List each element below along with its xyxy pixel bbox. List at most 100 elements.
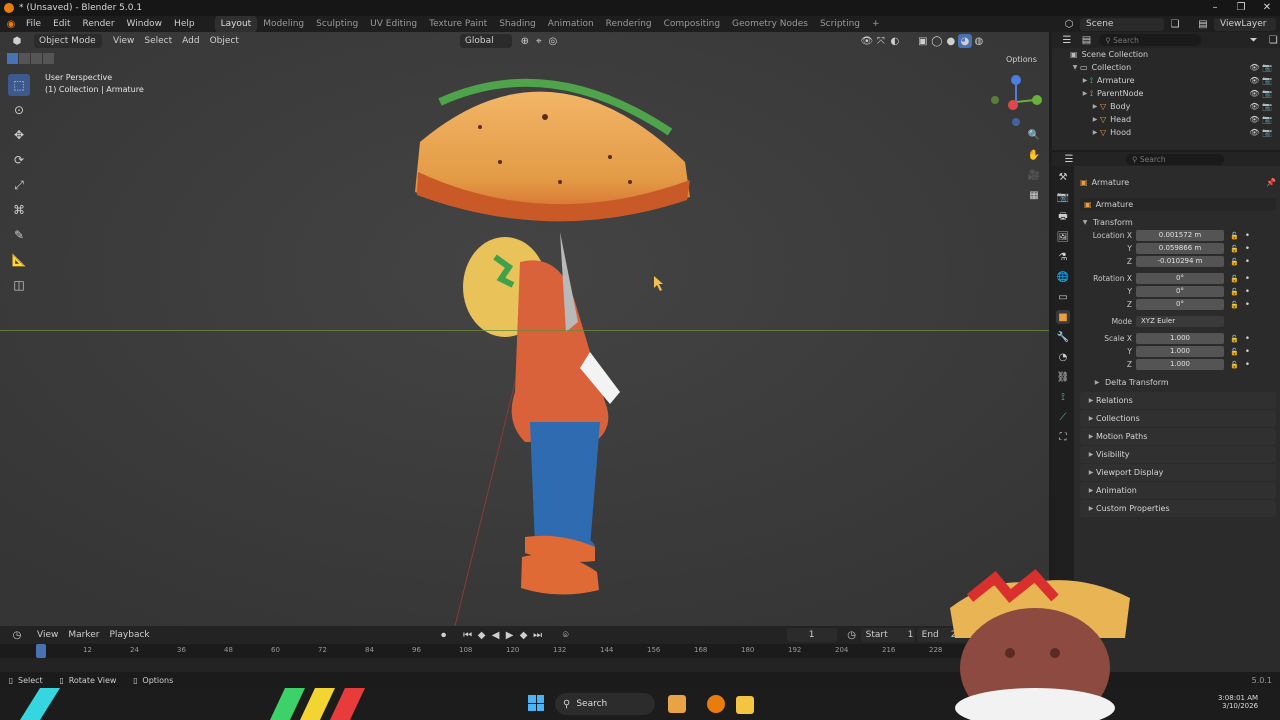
jump-keyframe-forward-icon[interactable]: ◆ xyxy=(517,628,531,642)
lock-icon[interactable]: 🔓 xyxy=(1230,275,1239,283)
location-field[interactable]: 0.001572 m xyxy=(1136,230,1224,241)
lock-icon[interactable]: 🔓 xyxy=(1230,258,1239,266)
cursor-tool-icon[interactable]: ⊙ xyxy=(8,99,30,121)
tab-geometry-nodes[interactable]: Geometry Nodes xyxy=(726,16,814,32)
outliner-item[interactable]: ▶ ▽ Head 👁 📷 xyxy=(1052,113,1280,126)
snap-icon[interactable]: ⌖ xyxy=(532,34,546,48)
menu-edit[interactable]: Edit xyxy=(47,16,76,32)
annotate-tool-icon[interactable]: ✎ xyxy=(8,224,30,246)
properties-search-input[interactable]: Search xyxy=(1140,155,1166,164)
view-layer-tab-icon[interactable]: 🖼 xyxy=(1056,230,1070,244)
modifier-tab-icon[interactable]: 🔧 xyxy=(1056,330,1070,344)
lock-icon[interactable]: 🔓 xyxy=(1230,232,1239,240)
move-tool-icon[interactable]: ✥ xyxy=(8,124,30,146)
new-scene-icon[interactable]: ❏ xyxy=(1168,17,1182,31)
expand-toggle-icon[interactable]: ▶ xyxy=(1090,103,1100,110)
pan-hand-icon[interactable]: ✋ xyxy=(1027,148,1041,162)
taskbar-search-box[interactable]: ⚲ Search xyxy=(555,693,655,715)
collection-tab-icon[interactable]: ▭ xyxy=(1056,290,1070,304)
jump-end-icon[interactable]: ⏭ xyxy=(531,628,545,642)
tab-shading[interactable]: Shading xyxy=(493,16,542,32)
keyframe-dot-icon[interactable]: • xyxy=(1245,300,1250,310)
preview-range-icon[interactable]: ◷ xyxy=(845,628,859,642)
pin-icon[interactable]: 📌 xyxy=(1266,178,1276,187)
timeline-menu-view[interactable]: View xyxy=(32,628,63,642)
scale-field[interactable]: 1.000 xyxy=(1136,333,1224,344)
viewport-menu-object[interactable]: Object xyxy=(205,34,244,48)
display-mode-icon[interactable]: ▤ xyxy=(1080,33,1094,47)
panel-section[interactable]: ▶ Relations xyxy=(1080,392,1276,409)
select-extend-icon[interactable] xyxy=(19,53,30,64)
lock-icon[interactable]: 🔓 xyxy=(1230,288,1239,296)
visibility-toggle-icon[interactable]: 👁 📷 xyxy=(1249,63,1272,72)
file-explorer-icon[interactable] xyxy=(736,696,754,714)
physics-tab-icon[interactable]: ◔ xyxy=(1056,350,1070,364)
ortho-grid-icon[interactable]: ▦ xyxy=(1027,188,1041,202)
properties-editor-icon[interactable]: ☰ xyxy=(1062,152,1076,166)
menu-help[interactable]: Help xyxy=(168,16,201,32)
output-tab-icon[interactable]: 🖶 xyxy=(1056,210,1070,224)
expand-toggle-icon[interactable]: ▶ xyxy=(1090,116,1100,123)
texture-tab-icon[interactable]: ⛶ xyxy=(1056,430,1070,444)
object-name-field[interactable]: ▣ Armature xyxy=(1080,198,1276,211)
lock-icon[interactable]: 🔓 xyxy=(1230,245,1239,253)
jump-keyframe-back-icon[interactable]: ◆ xyxy=(475,628,489,642)
outliner-search-input[interactable]: Search xyxy=(1113,36,1139,45)
widgets-icon[interactable] xyxy=(668,695,686,713)
armature-data-tab-icon[interactable]: ⟟ xyxy=(1056,390,1070,404)
options-dropdown[interactable]: Options xyxy=(1001,53,1042,67)
viewport-menu-view[interactable]: View xyxy=(108,34,139,48)
editor-type-icon[interactable]: ⬢ xyxy=(10,34,24,48)
transform-tool-icon[interactable]: ⌘ xyxy=(8,199,30,221)
outliner-item[interactable]: ▶ ▽ Body 👁 📷 xyxy=(1052,100,1280,113)
menu-file[interactable]: File xyxy=(20,16,47,32)
panel-section[interactable]: ▶ Visibility xyxy=(1080,446,1276,463)
rotation-field[interactable]: 0° xyxy=(1136,299,1224,310)
expand-toggle-icon[interactable]: ▶ xyxy=(1080,77,1090,84)
scene-selector[interactable]: Scene xyxy=(1080,17,1164,31)
keying-icon[interactable]: ⌾ xyxy=(559,628,573,642)
xray-icon[interactable]: ▣ xyxy=(916,34,930,48)
scene-tab-icon[interactable]: ⚗ xyxy=(1056,250,1070,264)
outliner-item[interactable]: ▣ Scene Collection xyxy=(1052,48,1280,61)
zoom-icon[interactable]: 🔍 xyxy=(1027,128,1041,142)
keyframe-dot-icon[interactable]: • xyxy=(1245,274,1250,284)
pivot-icon[interactable]: ⊕ xyxy=(518,34,532,48)
outliner-item[interactable]: ▼ ▭ Collection 👁 📷 xyxy=(1052,61,1280,74)
lock-icon[interactable]: 🔓 xyxy=(1230,335,1239,343)
tab-uv-editing[interactable]: UV Editing xyxy=(364,16,423,32)
playhead[interactable] xyxy=(36,644,46,658)
tab-modeling[interactable]: Modeling xyxy=(257,16,310,32)
timeline-menu-marker[interactable]: Marker xyxy=(63,628,104,642)
select-intersect-icon[interactable] xyxy=(43,53,54,64)
mode-selector[interactable]: Object Mode xyxy=(34,34,102,48)
visibility-toggle-icon[interactable]: 👁 📷 xyxy=(1249,115,1272,124)
rotation-field[interactable]: 0° xyxy=(1136,273,1224,284)
render-tab-icon[interactable]: 📷 xyxy=(1056,190,1070,204)
timeline-ruler[interactable]: 1122436486072849610812013214415616818019… xyxy=(0,644,1049,658)
tab-sculpting[interactable]: Sculpting xyxy=(310,16,364,32)
keyframe-dot-icon[interactable]: • xyxy=(1245,334,1250,344)
camera-view-icon[interactable]: 🎥 xyxy=(1027,168,1041,182)
rotation-field[interactable]: 0° xyxy=(1136,286,1224,297)
keyframe-dot-icon[interactable]: • xyxy=(1245,360,1250,370)
proportional-edit-icon[interactable]: ◎ xyxy=(546,34,560,48)
visibility-toggle-icon[interactable]: 👁 📷 xyxy=(1249,76,1272,85)
object-tab-icon[interactable]: ■ xyxy=(1056,310,1070,324)
transform-orientation-selector[interactable]: Global xyxy=(459,34,512,48)
lock-icon[interactable]: 🔓 xyxy=(1230,301,1239,309)
scale-field[interactable]: 1.000 xyxy=(1136,346,1224,357)
outliner-item[interactable]: ▶ ⟟ Armature 👁 📷 xyxy=(1052,74,1280,87)
rotate-tool-icon[interactable]: ⟳ xyxy=(8,149,30,171)
bone-tab-icon[interactable]: ⟋ xyxy=(1056,410,1070,424)
keyframe-dot-icon[interactable]: • xyxy=(1245,257,1250,267)
panel-section[interactable]: ▶ Viewport Display xyxy=(1080,464,1276,481)
keyframe-dot-icon[interactable]: • xyxy=(1245,347,1250,357)
blender-menu-icon[interactable]: ◉ xyxy=(4,17,18,31)
scale-tool-icon[interactable]: ⤢ xyxy=(8,174,30,196)
material-shading-icon[interactable]: ◕ xyxy=(957,34,972,48)
gizmo-toggle-icon[interactable]: ⤧ xyxy=(874,34,888,48)
jump-start-icon[interactable]: ⏮ xyxy=(461,628,475,642)
select-new-icon[interactable] xyxy=(7,53,18,64)
start-frame-field[interactable]: Start 1 xyxy=(860,628,915,642)
